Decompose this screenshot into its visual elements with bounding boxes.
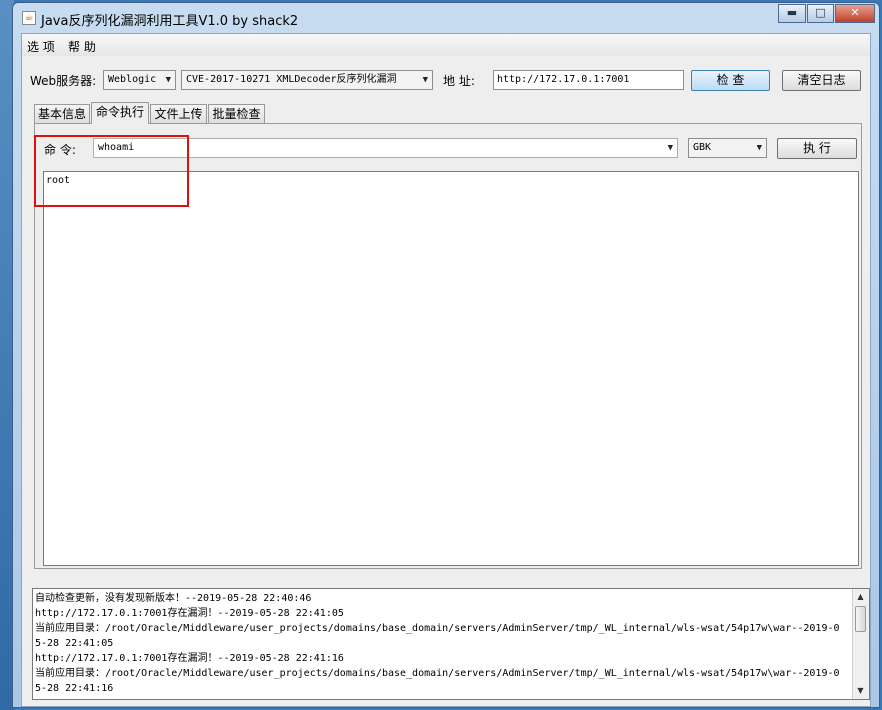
execute-button[interactable]: 执 行 <box>777 138 857 159</box>
minimize-button[interactable]: ▬ <box>778 4 806 23</box>
tab-command-exec[interactable]: 命令执行 <box>91 102 149 124</box>
scroll-thumb[interactable] <box>855 606 866 632</box>
close-button[interactable]: ✕ <box>835 4 875 23</box>
chevron-down-icon: ▼ <box>422 75 428 85</box>
log-line: http://172.17.0.1:7001存在漏洞！--2019-05-28 … <box>35 653 344 664</box>
menu-bar: 选 项 帮 助 <box>22 34 870 56</box>
maximize-button[interactable]: □ <box>807 4 834 23</box>
highlight-box <box>34 135 189 207</box>
app-window: ☕ Java反序列化漏洞利用工具V1.0 by shack2 ▬ □ ✕ 选 项… <box>12 2 880 708</box>
log-area[interactable]: 自动检查更新，没有发现新版本！--2019-05-28 22:40:46 htt… <box>32 588 870 700</box>
log-line: http://172.17.0.1:7001存在漏洞！--2019-05-28 … <box>35 608 344 619</box>
tab-basic-info[interactable]: 基本信息 <box>34 104 90 123</box>
log-line: 自动检查更新，没有发现新版本！--2019-05-28 22:40:46 <box>35 593 312 604</box>
java-icon: ☕ <box>22 11 36 25</box>
chevron-down-icon: ▼ <box>667 143 673 153</box>
title-bar[interactable]: ☕ Java反序列化漏洞利用工具V1.0 by shack2 ▬ □ ✕ <box>13 3 879 33</box>
vuln-select[interactable]: CVE-2017-10271 XMLDecoder反序列化漏洞 ▼ <box>181 70 433 90</box>
scroll-up-icon[interactable]: ▲ <box>853 589 868 605</box>
client-area: 选 项 帮 助 Web服务器: Weblogic ▼ CVE-2017-1027… <box>21 33 871 707</box>
menu-options[interactable]: 选 项 <box>27 38 55 55</box>
command-output[interactable]: root <box>43 171 859 566</box>
log-line: 5-28 22:41:16 <box>35 683 114 694</box>
encoding-select[interactable]: GBK ▼ <box>688 138 767 158</box>
log-line: 5-28 22:41:05 <box>35 638 114 649</box>
server-select-value: Weblogic <box>108 74 157 85</box>
chevron-down-icon: ▼ <box>165 75 171 85</box>
menu-help[interactable]: 帮 助 <box>68 38 96 55</box>
server-select[interactable]: Weblogic ▼ <box>103 70 176 90</box>
log-line: 当前应用目录：/root/Oracle/Middleware/user_proj… <box>35 623 840 634</box>
window-title: Java反序列化漏洞利用工具V1.0 by shack2 <box>41 14 299 29</box>
tab-batch-check[interactable]: 批量检查 <box>208 104 265 123</box>
address-input[interactable]: http://172.17.0.1:7001 <box>493 70 684 90</box>
vuln-select-value: CVE-2017-10271 XMLDecoder反序列化漏洞 <box>186 74 397 85</box>
log-line: 当前应用目录：/root/Oracle/Middleware/user_proj… <box>35 668 840 679</box>
chevron-down-icon: ▼ <box>756 143 762 153</box>
clear-log-button[interactable]: 清空日志 <box>782 70 861 91</box>
scroll-down-icon[interactable]: ▼ <box>853 683 868 699</box>
server-label: Web服务器: <box>30 74 97 88</box>
encoding-select-value: GBK <box>693 142 712 153</box>
check-button[interactable]: 检 查 <box>691 70 770 91</box>
tab-file-upload[interactable]: 文件上传 <box>150 104 207 123</box>
address-label: 地 址: <box>443 74 475 88</box>
log-scrollbar[interactable]: ▲ ▼ <box>852 589 869 699</box>
